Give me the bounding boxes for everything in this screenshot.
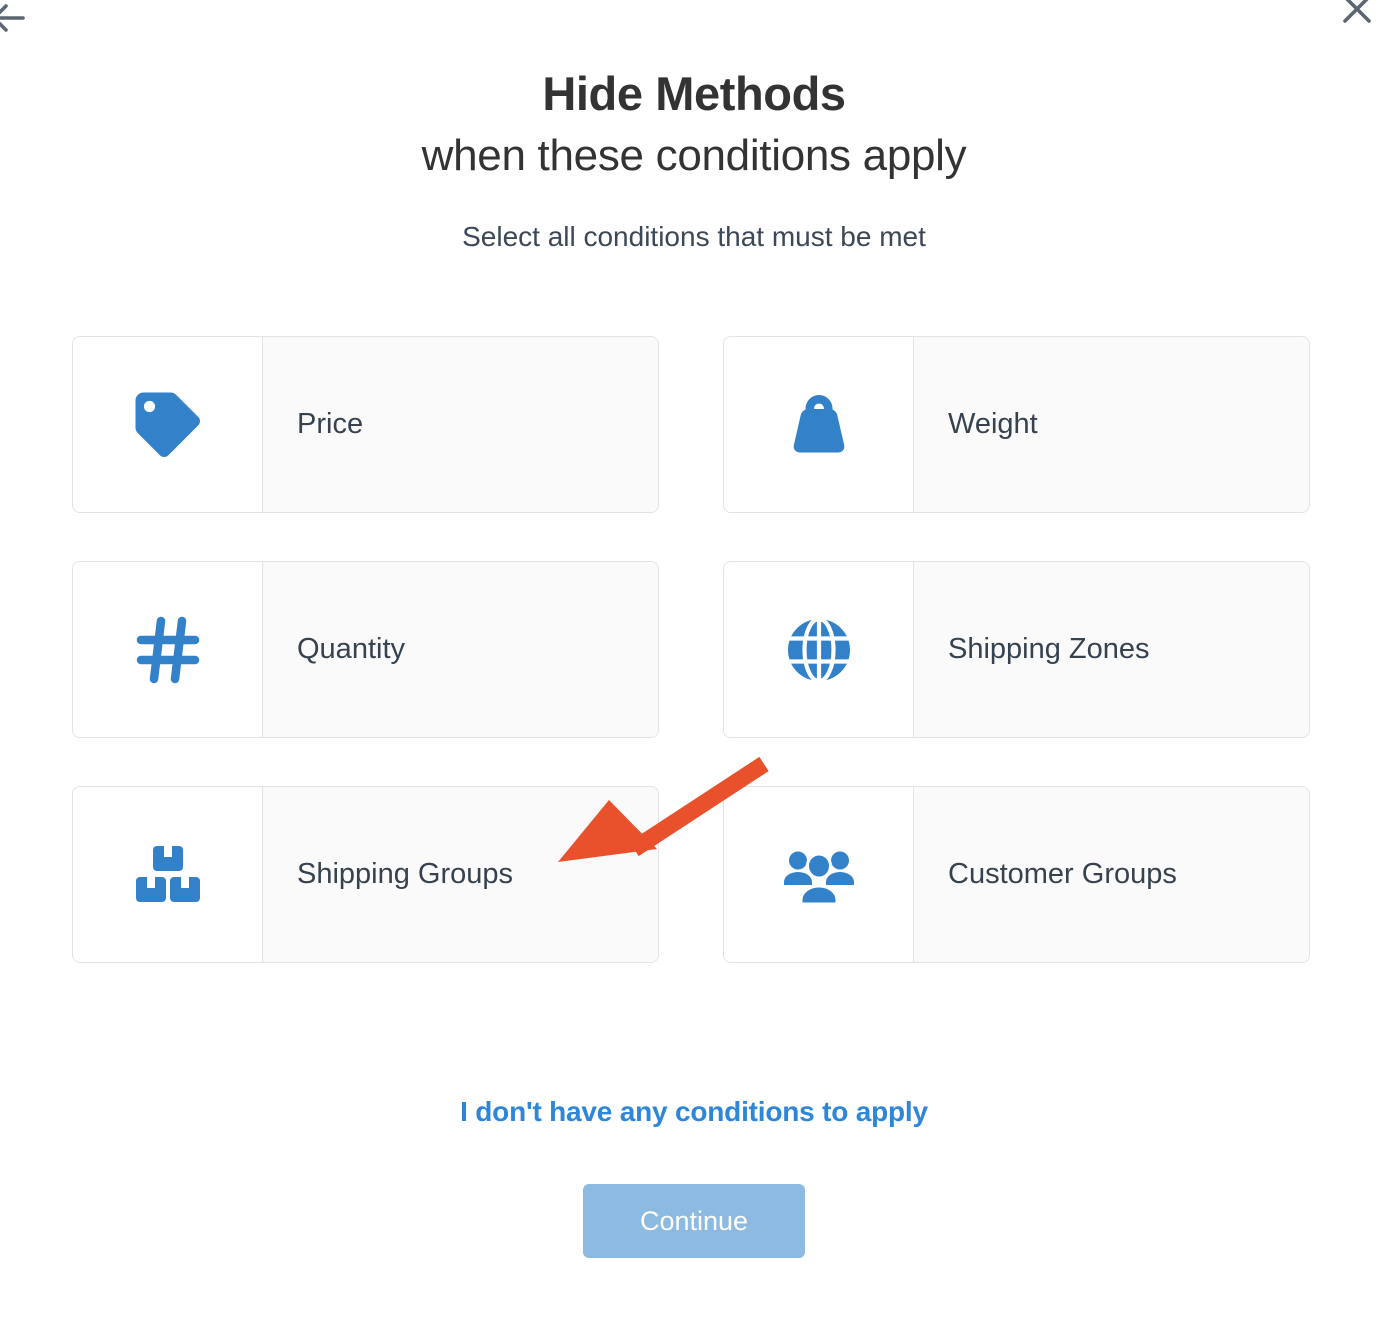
condition-label-cell: Customer Groups [914,787,1309,962]
price-tag-icon [130,387,206,463]
condition-label: Quantity [297,633,405,665]
condition-card-shipping-zones[interactable]: Shipping Zones [723,561,1310,738]
condition-icon-cell [73,787,263,962]
conditions-grid: Price Weight Quantity Shipping Zones Shi… [72,336,1310,963]
condition-label-cell: Quantity [263,562,658,737]
condition-icon-cell [73,337,263,512]
condition-label-cell: Shipping Groups [263,787,658,962]
page-subtitle: Select all conditions that must be met [462,220,926,252]
condition-label: Weight [948,408,1038,440]
condition-card-weight[interactable]: Weight [723,336,1310,513]
condition-card-shipping-groups[interactable]: Shipping Groups [72,786,659,963]
condition-label: Shipping Zones [948,633,1150,665]
dialog-header: Hide Methods when these conditions apply… [0,0,1388,253]
condition-card-customer-groups[interactable]: Customer Groups [723,786,1310,963]
condition-label: Price [297,408,364,440]
globe-icon [781,612,857,688]
condition-icon-cell [724,562,914,737]
condition-icon-cell [724,337,914,512]
page-title: Hide Methods [542,67,846,120]
condition-label: Shipping Groups [297,858,514,890]
page-title-secondary: when these conditions apply [421,130,967,180]
condition-icon-cell [724,787,914,962]
dialog-footer: I don't have any conditions to apply Con… [0,1096,1388,1258]
condition-label-cell: Shipping Zones [914,562,1309,737]
condition-card-price[interactable]: Price [72,336,659,513]
condition-label-cell: Price [263,337,658,512]
condition-icon-cell [73,562,263,737]
continue-button-wrap: Continue [0,1184,1388,1258]
people-group-icon [781,837,857,913]
hash-icon [130,612,206,688]
condition-card-quantity[interactable]: Quantity [72,561,659,738]
boxes-icon [130,837,206,913]
no-conditions-link[interactable]: I don't have any conditions to apply [460,1096,928,1128]
continue-button[interactable]: Continue [583,1184,805,1258]
condition-label: Customer Groups [948,858,1177,890]
weight-icon [781,387,857,463]
condition-label-cell: Weight [914,337,1309,512]
